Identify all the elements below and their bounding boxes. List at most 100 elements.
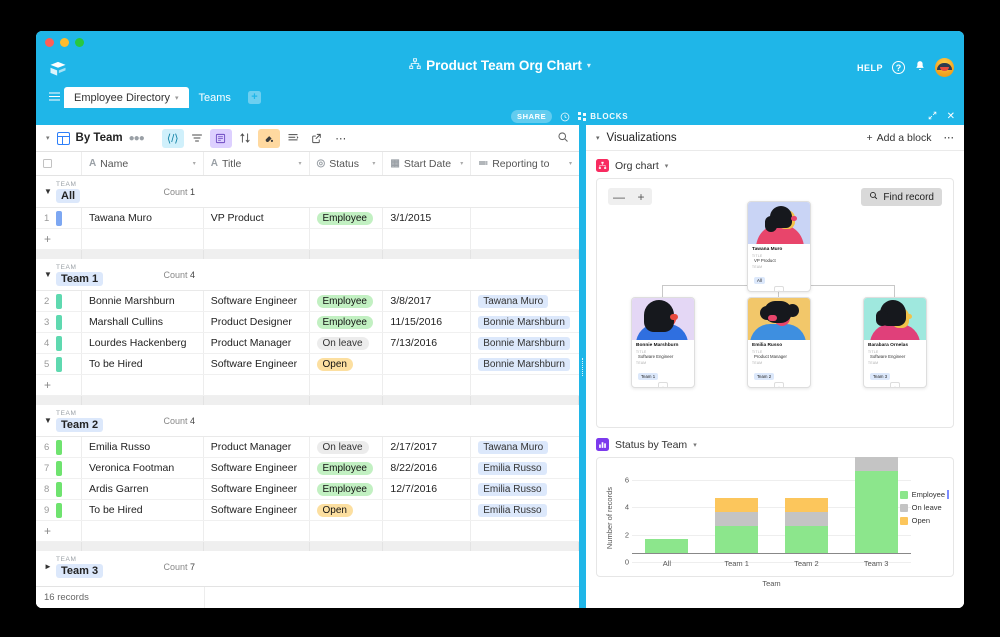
find-record-button[interactable]: Find record (861, 188, 942, 206)
cell-title[interactable]: VP Product (204, 208, 310, 228)
linked-record[interactable]: Emilia Russo (478, 461, 547, 475)
chevron-down-icon[interactable]: ▾ (372, 160, 375, 167)
pane-divider[interactable] (580, 125, 587, 608)
cell-start-date[interactable]: 3/8/2017 (383, 291, 472, 311)
cell-name[interactable]: Lourdes Hackenberg (82, 333, 204, 353)
cell-status[interactable]: Employee (310, 458, 384, 478)
group-header-team-1[interactable]: ▼ TEAM Team 1 Count 4 (36, 259, 579, 291)
add-record-button[interactable]: + (36, 521, 82, 541)
share-button[interactable]: SHARE (511, 110, 553, 123)
column-header-start-date[interactable]: ▦ Start Date ▾ (383, 152, 472, 175)
share-view-button[interactable] (306, 129, 328, 148)
maximize-button[interactable] (75, 38, 84, 47)
bell-icon[interactable] (914, 59, 926, 77)
org-node-child-1[interactable]: Bonnie Marshburn TITLE Software Engineer… (631, 297, 695, 388)
org-node-child-3[interactable]: Barabara Ornelas TITLE Software Engineer… (863, 297, 927, 388)
cell-start-date[interactable]: 2/17/2017 (383, 437, 472, 457)
cell-start-date[interactable]: 3/1/2015 (383, 208, 472, 228)
chevron-down-icon[interactable]: ▾ (587, 61, 591, 70)
cell-title[interactable]: Product Manager (204, 333, 310, 353)
cell-reporting-to[interactable]: Bonnie Marshburn (471, 312, 579, 332)
clock-icon[interactable] (560, 112, 570, 122)
cell-title[interactable]: Software Engineer (204, 479, 310, 499)
minimize-button[interactable] (60, 38, 69, 47)
group-header-all[interactable]: ▼ TEAM All Count 1 (36, 176, 579, 208)
node-expander[interactable]: ⌄ (774, 286, 784, 291)
cell-title[interactable]: Software Engineer (204, 291, 310, 311)
filter-button[interactable] (186, 129, 208, 148)
cell-name[interactable]: Marshall Cullins (82, 312, 204, 332)
window-controls[interactable] (45, 38, 84, 47)
row-height-button[interactable] (282, 129, 304, 148)
group-toggle-icon[interactable]: ► (44, 562, 56, 571)
cell-title[interactable]: Software Engineer (204, 458, 310, 478)
add-block-button[interactable]: + Add a block (866, 132, 931, 144)
legend-item-on-leave[interactable]: On leave (899, 503, 945, 512)
column-header-reporting-to[interactable]: ≕ Reporting to ▾ (471, 152, 579, 175)
add-table-button[interactable]: + (247, 91, 261, 104)
table-row[interactable]: 8 Ardis Garren Software Engineer Employee 12… (36, 479, 579, 500)
zoom-in-button[interactable]: + (630, 188, 652, 205)
group-header-team-2[interactable]: ▼ TEAM Team 2 Count 4 (36, 405, 579, 437)
blocks-more-button[interactable]: ⋯ (944, 132, 955, 144)
cell-start-date[interactable] (383, 500, 472, 520)
cell-start-date[interactable]: 7/13/2016 (383, 333, 472, 353)
help-label[interactable]: HELP (857, 63, 883, 73)
node-expander[interactable]: ⌄ (890, 382, 900, 387)
tab-employee-directory[interactable]: Employee Directory ▾ (64, 87, 189, 108)
table-row[interactable]: 4 Lourdes Hackenberg Product Manager On lea… (36, 333, 579, 354)
cell-title[interactable]: Software Engineer (204, 354, 310, 374)
legend-item-open[interactable]: Open (899, 516, 945, 525)
zoom-out-button[interactable]: — (608, 188, 630, 205)
cell-reporting-to[interactable]: Tawana Muro (471, 437, 579, 457)
color-button[interactable] (257, 128, 280, 148)
cell-status[interactable]: On leave (310, 333, 384, 353)
linked-record[interactable]: Emilia Russo (478, 503, 547, 517)
cell-reporting-to[interactable]: Emilia Russo (471, 500, 579, 520)
cell-reporting-to[interactable]: Tawana Muro (471, 291, 579, 311)
cell-name[interactable]: Ardis Garren (82, 479, 204, 499)
cell-name[interactable]: Bonnie Marshburn (82, 291, 204, 311)
table-row[interactable]: 6 Emilia Russo Product Manager On leave 2/17… (36, 437, 579, 458)
current-view[interactable]: By Team (56, 131, 123, 145)
table-row[interactable]: 5 To be Hired Software Engineer Open Bonnie … (36, 354, 579, 375)
legend-item-employee[interactable]: Employee (899, 490, 945, 499)
cell-status[interactable]: Employee (310, 479, 384, 499)
chevron-down-icon[interactable]: ▾ (298, 160, 301, 167)
cell-reporting-to[interactable] (471, 208, 579, 228)
chevron-down-icon[interactable]: ▾ (693, 441, 697, 449)
table-row[interactable]: 7 Veronica Footman Software Engineer Employ… (36, 458, 579, 479)
cell-start-date[interactable] (383, 354, 472, 374)
group-toggle-icon[interactable]: ▼ (44, 416, 56, 425)
linked-record[interactable]: Tawana Muro (478, 440, 549, 454)
add-record-row[interactable]: + (36, 375, 579, 396)
cell-status[interactable]: Open (310, 354, 384, 374)
select-all-checkbox[interactable] (43, 159, 52, 168)
cell-start-date[interactable]: 8/22/2016 (383, 458, 472, 478)
select-all-cell[interactable] (36, 152, 82, 175)
group-toggle-icon[interactable]: ▼ (44, 187, 56, 196)
linked-record[interactable]: Bonnie Marshburn (478, 336, 570, 350)
linked-record[interactable]: Emilia Russo (478, 482, 547, 496)
menu-icon[interactable] (44, 85, 64, 108)
status-chart-block[interactable]: Number of records 0 2 4 6 All Team 1 Team 2 Te… (596, 457, 954, 588)
chevron-down-icon[interactable]: ▾ (175, 94, 179, 102)
sort-button[interactable] (234, 129, 256, 148)
avatar[interactable] (935, 58, 954, 77)
node-expander[interactable]: ⌄ (774, 382, 784, 387)
cell-status[interactable]: Open (310, 500, 384, 520)
group-button[interactable] (209, 128, 232, 148)
close-icon[interactable]: ✕ (947, 111, 955, 122)
cell-name[interactable]: Veronica Footman (82, 458, 204, 478)
hide-fields-button[interactable]: ⟨/⟩ (161, 128, 184, 148)
question-circle-icon[interactable]: ? (892, 61, 905, 74)
cell-reporting-to[interactable]: Emilia Russo (471, 458, 579, 478)
table-row[interactable]: 1 Tawana Muro VP Product Employee 3/1/2015 (36, 208, 579, 229)
blocks-button[interactable]: BLOCKS (578, 112, 628, 121)
record-grid[interactable]: A Name ▾ A Title ▾ ◎ Status ▾ ▦ Start Da… (36, 152, 579, 582)
linked-record[interactable]: Bonnie Marshburn (478, 357, 570, 371)
org-node-root[interactable]: Tawana Muro TITLE VP Product TEAM All ⌄ (747, 201, 811, 292)
cell-name[interactable]: To be Hired (82, 354, 204, 374)
cell-title[interactable]: Software Engineer (204, 500, 310, 520)
linked-record[interactable]: Tawana Muro (478, 294, 549, 308)
